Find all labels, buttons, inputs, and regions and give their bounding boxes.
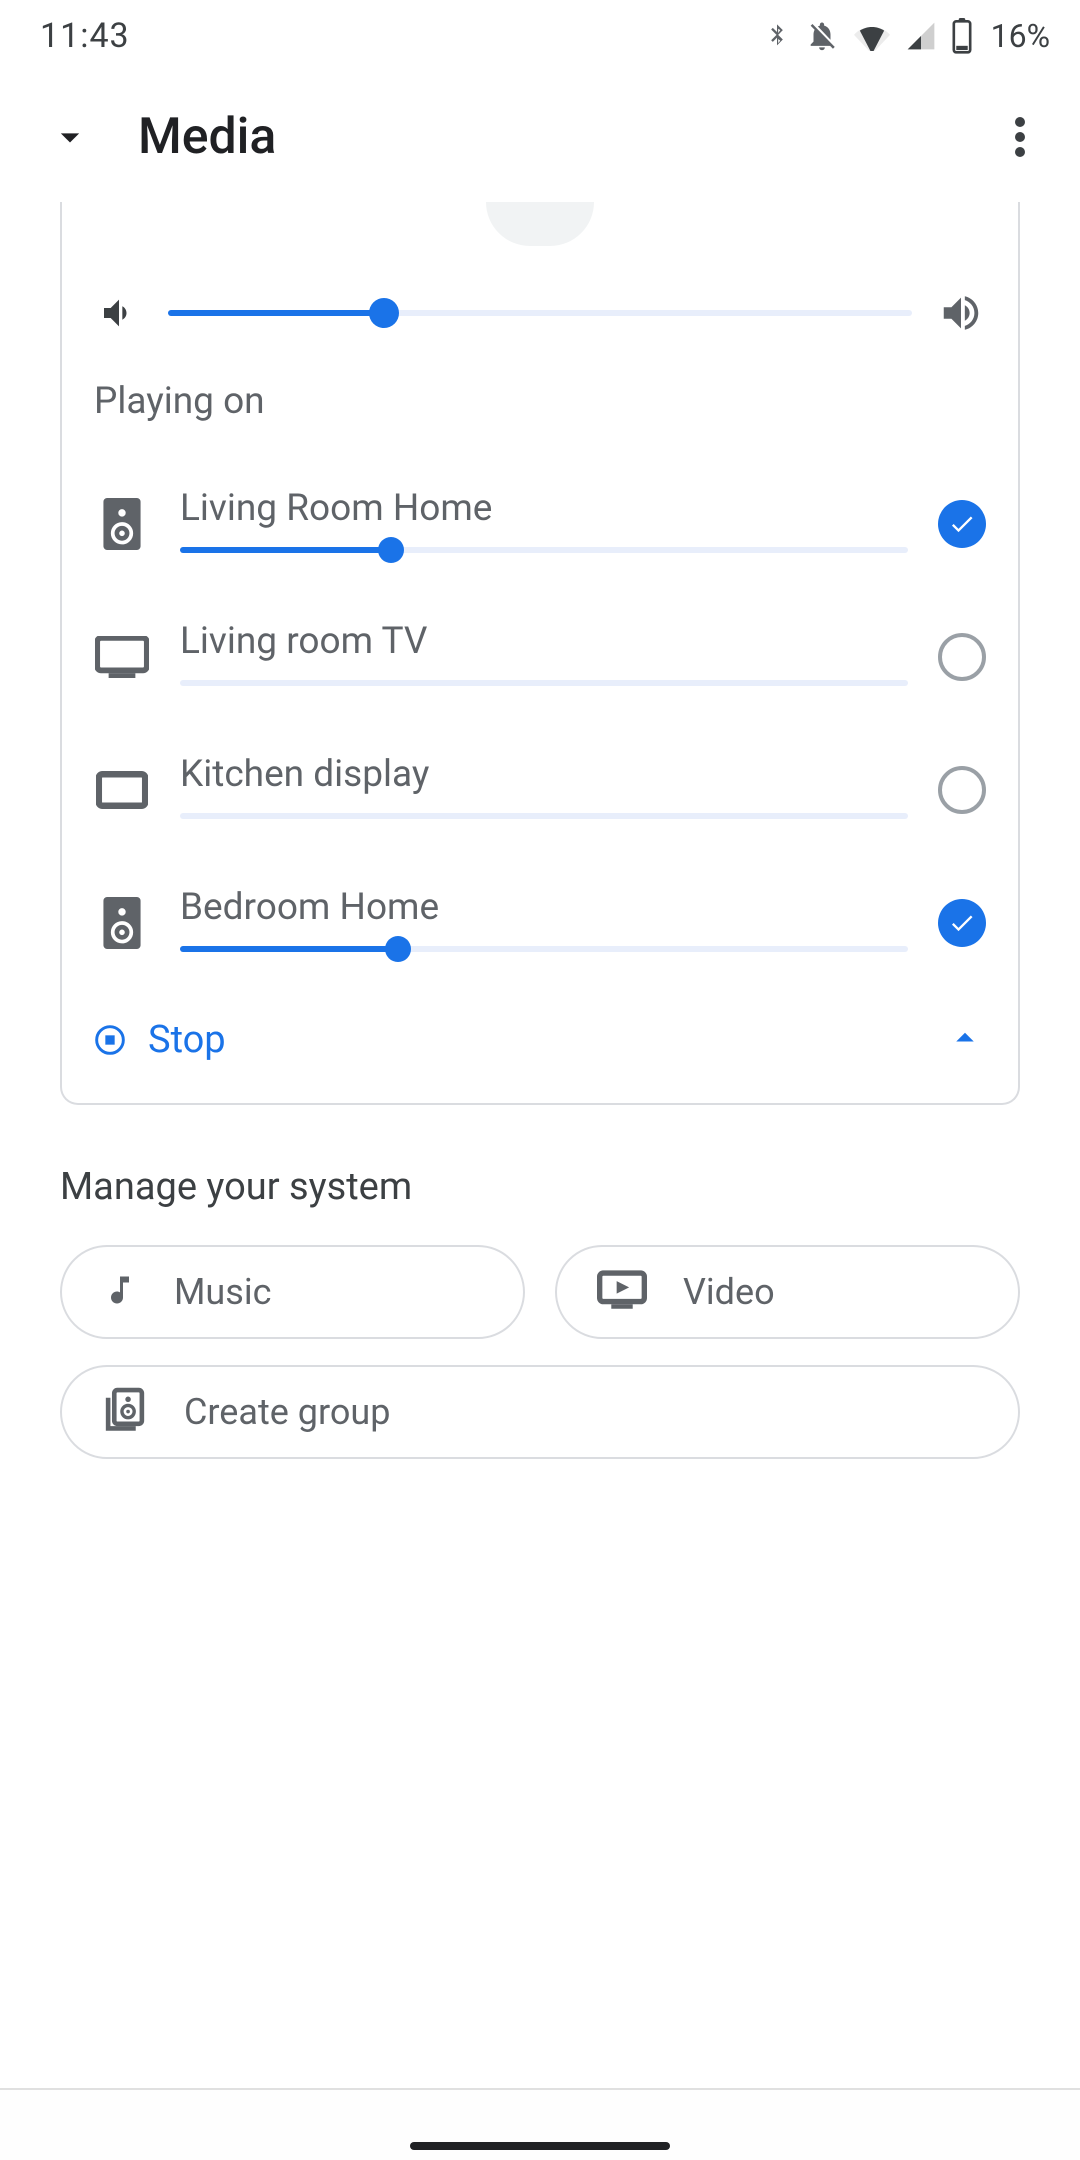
stop-button[interactable]: Stop bbox=[94, 1018, 226, 1062]
chip-label: Create group bbox=[184, 1391, 390, 1433]
cell-signal-icon bbox=[905, 20, 937, 52]
device-volume-slider[interactable] bbox=[180, 939, 908, 959]
battery-icon bbox=[951, 18, 973, 54]
status-time: 11:43 bbox=[40, 16, 130, 56]
video-tv-icon bbox=[597, 1270, 647, 1314]
dnd-off-icon bbox=[805, 19, 839, 53]
nav-bar bbox=[0, 2088, 1080, 2160]
device-name: Living room TV bbox=[180, 620, 908, 663]
speaker-icon bbox=[94, 498, 150, 550]
master-volume-thumb bbox=[369, 298, 399, 328]
device-select-checkbox[interactable] bbox=[938, 899, 986, 947]
device-volume-slider bbox=[180, 673, 908, 693]
bluetooth-icon bbox=[763, 18, 791, 54]
album-art-clip bbox=[94, 202, 986, 246]
master-volume-row bbox=[94, 246, 986, 372]
battery-percentage: 16% bbox=[991, 17, 1050, 55]
device-row-bedroom-home[interactable]: Bedroom Home bbox=[94, 856, 986, 989]
tablet-icon bbox=[94, 770, 150, 810]
create-group-chip[interactable]: Create group bbox=[60, 1365, 1020, 1459]
gesture-handle[interactable] bbox=[410, 2142, 670, 2150]
stop-label: Stop bbox=[148, 1018, 226, 1062]
device-list: Living Room Home Living room TV bbox=[94, 457, 986, 989]
manage-section: Manage your system Music Video Create gr… bbox=[0, 1105, 1080, 1459]
manage-title: Manage your system bbox=[60, 1165, 1020, 1209]
device-select-checkbox[interactable] bbox=[938, 633, 986, 681]
chip-label: Music bbox=[174, 1271, 271, 1313]
device-name: Kitchen display bbox=[180, 753, 908, 796]
speaker-group-icon bbox=[102, 1387, 148, 1437]
media-card: Playing on Living Room Home bbox=[60, 202, 1020, 1105]
master-volume-fill bbox=[168, 310, 384, 316]
music-chip[interactable]: Music bbox=[60, 1245, 525, 1339]
device-volume-slider[interactable] bbox=[180, 540, 908, 560]
speaker-icon bbox=[94, 897, 150, 949]
wifi-icon bbox=[853, 21, 891, 51]
status-bar: 11:43 16% bbox=[0, 0, 1080, 72]
device-name: Bedroom Home bbox=[180, 886, 908, 929]
volume-low-icon bbox=[94, 293, 144, 333]
device-name: Living Room Home bbox=[180, 487, 908, 530]
collapse-devices-button[interactable] bbox=[944, 1017, 986, 1063]
collapse-button[interactable] bbox=[30, 115, 110, 159]
device-row-kitchen-display[interactable]: Kitchen display bbox=[94, 723, 986, 856]
app-bar: Media bbox=[0, 72, 1080, 202]
device-row-living-room-tv[interactable]: Living room TV bbox=[94, 590, 986, 723]
page-title: Media bbox=[138, 108, 990, 166]
card-footer: Stop bbox=[94, 989, 986, 1073]
device-select-checkbox[interactable] bbox=[938, 766, 986, 814]
status-icons: 16% bbox=[763, 17, 1050, 55]
playing-on-label: Playing on bbox=[94, 372, 986, 457]
master-volume-slider[interactable] bbox=[168, 293, 912, 333]
overflow-menu-button[interactable] bbox=[990, 117, 1050, 157]
tv-icon bbox=[94, 636, 150, 678]
device-row-living-room-home[interactable]: Living Room Home bbox=[94, 457, 986, 590]
device-select-checkbox[interactable] bbox=[938, 500, 986, 548]
volume-high-icon bbox=[936, 290, 986, 336]
video-chip[interactable]: Video bbox=[555, 1245, 1020, 1339]
device-volume-slider bbox=[180, 806, 908, 826]
chip-label: Video bbox=[683, 1271, 775, 1313]
music-note-icon bbox=[102, 1269, 138, 1315]
